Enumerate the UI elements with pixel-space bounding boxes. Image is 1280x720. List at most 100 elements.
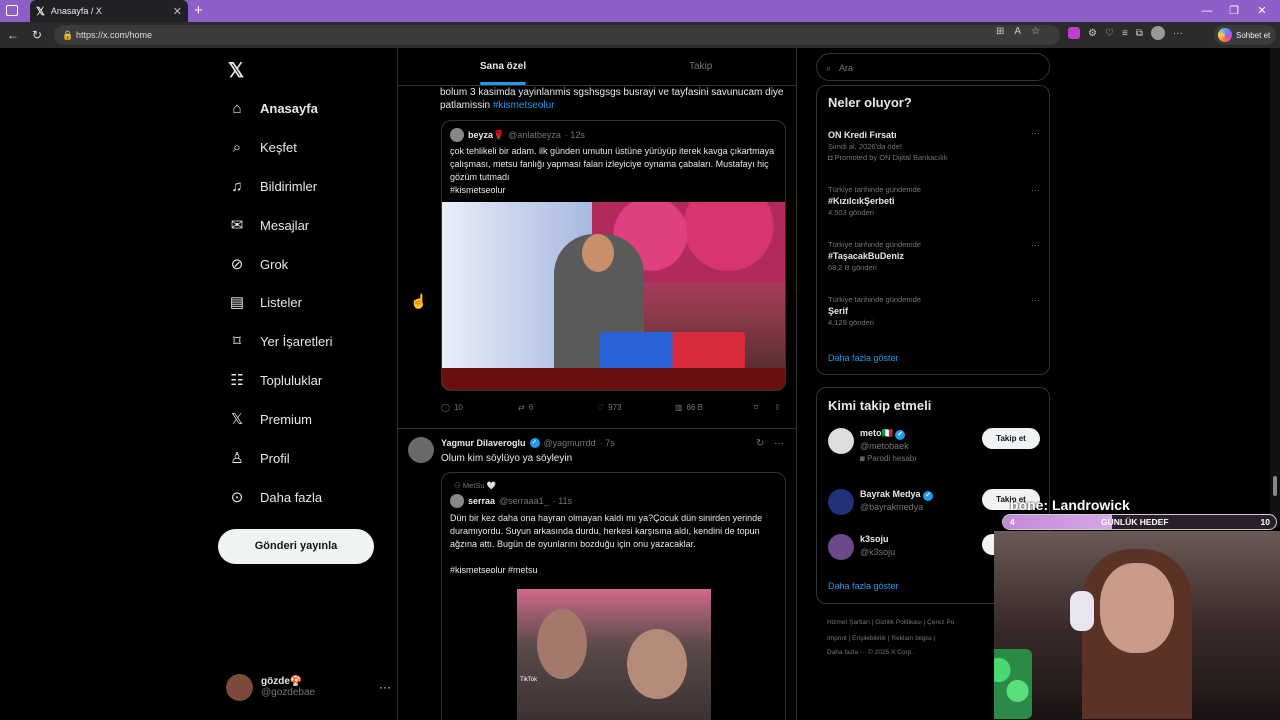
account-name: gözde🍄 [261, 676, 303, 687]
daily-goal-bar: 4 GÜNLÜK HEDEF 10 [1002, 514, 1277, 530]
hashtag-link[interactable]: #kismetseolur [493, 100, 555, 111]
trend-item[interactable]: ON Kredi Fırsatı Şimdi al, 2026'da öde! … [828, 128, 1040, 162]
url-field[interactable]: 🔒 https://x.com/home [54, 25, 1060, 45]
read-aloud-icon[interactable]: A [1014, 26, 1021, 37]
new-tab-icon[interactable]: + [194, 2, 203, 19]
tweet-photo[interactable] [442, 202, 785, 390]
tab-for-you[interactable]: Sana özel [480, 61, 526, 72]
quote-hashtags[interactable]: #kismetseolur #metsu [450, 565, 538, 575]
reload-icon[interactable]: ↻ [26, 28, 48, 42]
follow-button[interactable]: Takip et [982, 428, 1040, 449]
favorite-star-icon[interactable]: ☆ [1031, 26, 1040, 37]
quote-author-name: beyza🌹 [468, 129, 505, 140]
tweet-text: Olum kim söylüyo ya söyleyin [441, 453, 573, 464]
settings-more-icon[interactable]: ··· [1173, 28, 1183, 39]
show-more-link[interactable]: Daha fazla göster [828, 581, 899, 591]
account-switcher[interactable]: gözde🍄 @gozdebae ··· [226, 672, 391, 702]
more-dots-icon[interactable]: ··· [774, 438, 784, 449]
goal-max: 10 [1260, 517, 1270, 527]
nav-premium[interactable]: 𝕏 Premium [228, 409, 312, 429]
back-icon[interactable]: ← [2, 28, 24, 42]
feed-tabs: Sana özel Takip [398, 48, 796, 86]
follow-suggestion[interactable]: meto🇮🇹 ✓ @metobaek ◙ Parodi hesabı Takip… [828, 428, 1040, 468]
avatar[interactable] [408, 437, 434, 463]
more-dots-icon[interactable]: ··· [379, 680, 391, 694]
search-icon: ⌕ [232, 138, 242, 156]
apps-icon[interactable]: ⊞ [996, 26, 1004, 37]
like-button[interactable]: ♡ 973 [597, 403, 622, 412]
browser-tab[interactable]: 𝕏 Anasayfa / X ✕ [30, 0, 188, 22]
nav-more[interactable]: ⊙ Daha fazla [228, 487, 322, 507]
copilot-button[interactable]: Sohbet et [1214, 25, 1276, 45]
quote-author-handle: @serraaa1_ [499, 496, 549, 506]
x-icon: 𝕏 [230, 411, 244, 428]
extensions-puzzle-icon[interactable]: ⚙ [1088, 28, 1097, 39]
trend-item[interactable]: Türkiye tarihinde gündemde Şerif 4.129 g… [828, 295, 1040, 327]
list-icon: ▤ [229, 294, 245, 311]
show-more-link[interactable]: Daha fazla göster [828, 353, 899, 363]
post-button[interactable]: Gönderi yayınla [218, 529, 374, 564]
maximize-icon[interactable]: ❐ [1227, 4, 1241, 18]
tab-actions-icon[interactable] [6, 5, 18, 16]
tab-following[interactable]: Takip [689, 61, 712, 72]
views-button[interactable]: ▥ 66 B [675, 403, 703, 412]
share-icon[interactable]: ⇪ [774, 403, 781, 412]
nav-bookmarks[interactable]: ⌑ Yer İşaretleri [228, 331, 332, 351]
nav-explore[interactable]: ⌕ Keşfet [228, 137, 297, 157]
retweet-button[interactable]: ⇄ 6 [518, 403, 533, 412]
communities-icon: ☷ [230, 372, 244, 389]
footer-links[interactable]: Imprint | Erişilebilirlik | Reklam bilgi… [827, 635, 935, 642]
nav-communities[interactable]: ☷ Topluluklar [228, 370, 322, 390]
quoted-tweet[interactable]: beyza🌹 @anlatbeyza · 12s çok tehlikeli b… [441, 120, 786, 391]
browser-essentials-icon[interactable]: ♡ [1105, 28, 1114, 39]
more-dots-icon[interactable]: ··· [1031, 295, 1040, 305]
footer-links[interactable]: Hizmet Şartları | Gizlilik Politikası | … [827, 619, 954, 626]
nav-profile[interactable]: ♙ Profil [228, 448, 289, 468]
grok-explain-icon[interactable]: ↻ [756, 438, 764, 449]
reply-button[interactable]: ◯ 10 [441, 403, 463, 412]
retweet-count: 6 [528, 402, 534, 412]
tweet-body: bolum 3 kasimda yayinlanmis sgshsgsgs bu… [440, 87, 784, 111]
quote-hashtag[interactable]: #kismetseolur [450, 184, 777, 197]
more-dots-icon[interactable]: ··· [1031, 240, 1040, 250]
favorites-icon[interactable]: ≡ [1122, 28, 1128, 39]
scrollbar-thumb[interactable] [1273, 476, 1277, 496]
tab-close-icon[interactable]: ✕ [173, 5, 182, 18]
profile-avatar[interactable] [1150, 26, 1165, 40]
page-scrollbar[interactable] [1270, 48, 1280, 528]
avatar [226, 673, 253, 701]
nav-grok[interactable]: ⊘ Grok [228, 254, 288, 274]
collections-icon[interactable]: ⧉ [1136, 28, 1143, 39]
trend-count: Şimdi al, 2026'da öde! [828, 142, 902, 151]
account-handle: @gozdebae [261, 687, 316, 698]
more-dots-icon[interactable]: ··· [1031, 128, 1040, 138]
nav-label: Daha fazla [260, 489, 323, 505]
nav-home[interactable]: ⌂ Anasayfa [228, 98, 317, 118]
avatar [828, 489, 854, 515]
timeline: bolum 3 kasimda yayinlanmis sgshsgsgs bu… [397, 48, 797, 720]
x-logo-icon[interactable]: 𝕏 [228, 58, 244, 83]
chart-icon: ▥ [675, 402, 683, 412]
extension-icon[interactable] [1068, 27, 1080, 39]
more-dots-icon[interactable]: ··· [1031, 185, 1040, 195]
heart-icon: ♡ [597, 402, 605, 412]
trend-item[interactable]: Türkiye tarihinde gündemde #TaşacakBuDen… [828, 240, 1040, 272]
nav-lists[interactable]: ▤ Listeler [228, 292, 302, 312]
search-input[interactable]: ⌕ Ara [816, 53, 1050, 81]
nav-messages[interactable]: ✉ Mesajlar [228, 215, 309, 235]
nav-label: Topluluklar [260, 372, 323, 388]
close-window-icon[interactable]: ✕ [1255, 4, 1269, 18]
tweet-video[interactable]: TikTok [517, 589, 711, 720]
minimize-icon[interactable]: — [1200, 4, 1214, 18]
trend-item[interactable]: Türkiye tarihinde gündemde #KızılcıkŞerb… [828, 185, 1040, 217]
bookmark-icon[interactable]: ⌑ [754, 403, 758, 412]
webcam-overlay [994, 531, 1280, 720]
goal-label: GÜNLÜK HEDEF [1101, 517, 1169, 527]
divider [398, 428, 796, 429]
quoted-tweet[interactable]: ⚇ MetSu 🤍 serraa @serraaa1_ · 11s Dün bi… [441, 472, 786, 720]
footer-links[interactable]: Daha fazla ··· © 2025 X Corp. [827, 649, 913, 656]
nav-notifications[interactable]: ♫ Bildirimler [228, 176, 317, 196]
tiktok-watermark: TikTok [520, 677, 538, 683]
author-name[interactable]: Yagmur Dilaveroglu [441, 438, 526, 448]
who-to-follow-title: Kimi takip etmeli [828, 398, 932, 413]
